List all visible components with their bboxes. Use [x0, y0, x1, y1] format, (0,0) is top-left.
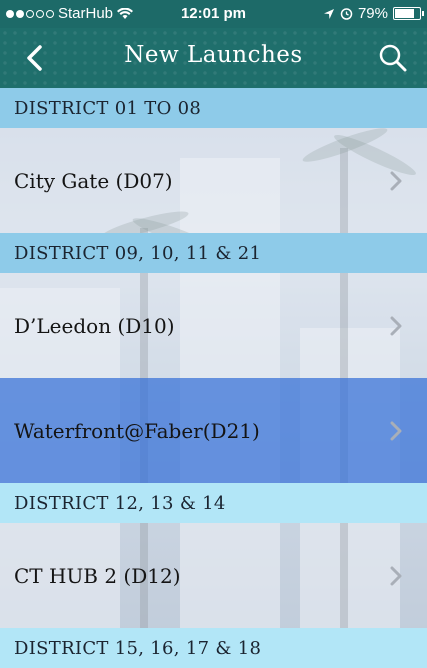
- section-header: DISTRICT 15, 16, 17 & 18: [0, 628, 427, 668]
- list-item[interactable]: Waterfront@Faber(D21): [0, 378, 427, 483]
- alarm-icon: [340, 8, 353, 20]
- page-title: New Launches: [124, 42, 303, 68]
- list-item-label: City Gate (D07): [14, 168, 173, 193]
- list-item-label: Waterfront@Faber(D21): [14, 418, 260, 443]
- chevron-right-icon: [390, 421, 402, 440]
- section-header: DISTRICT 01 TO 08: [0, 88, 427, 128]
- battery-icon: [393, 7, 424, 20]
- list-item[interactable]: City Gate (D07): [0, 128, 427, 233]
- list-item[interactable]: CT HUB 2 (D12): [0, 523, 427, 628]
- search-button[interactable]: [373, 38, 413, 78]
- section-header: DISTRICT 09, 10, 11 & 21: [0, 233, 427, 273]
- list-item-label: D’Leedon (D10): [14, 313, 175, 338]
- battery-percentage: 79%: [357, 5, 388, 22]
- chevron-right-icon: [390, 316, 402, 335]
- search-icon: [379, 44, 407, 72]
- navigation-bar: New Launches: [0, 28, 427, 88]
- chevron-right-icon: [390, 566, 402, 585]
- section-header: DISTRICT 12, 13 & 14: [0, 483, 427, 523]
- status-bar: StarHub 12:01 pm 79%: [0, 0, 427, 28]
- list-item[interactable]: D’Leedon (D10): [0, 273, 427, 378]
- chevron-right-icon: [390, 171, 402, 190]
- list-item-label: CT HUB 2 (D12): [14, 563, 181, 588]
- location-icon: [323, 8, 334, 19]
- launches-list: DISTRICT 01 TO 08 City Gate (D07) DISTRICT…: [0, 88, 427, 668]
